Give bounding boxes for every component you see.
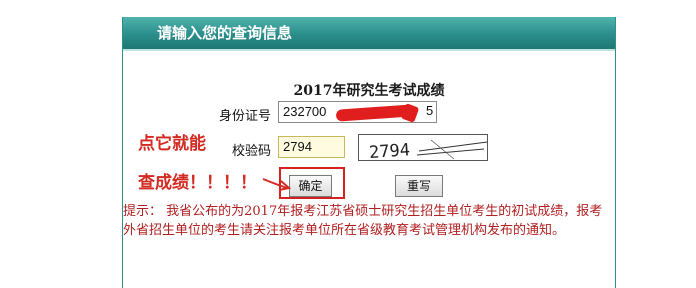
id-number-prefix: 232700 xyxy=(283,104,327,119)
captcha-image[interactable]: 2794 xyxy=(358,134,488,163)
verify-code-label: 校验码 xyxy=(231,144,271,159)
panel-header: 请输入您的查询信息 xyxy=(123,17,615,49)
query-panel: 请输入您的查询信息 2017年研究生考试成绩 身份证号 232700 5 校验码… xyxy=(122,17,616,288)
hint-text: 提示： 我省公布的为2017年报考江苏省硕士研究生招生单位考生的初试成绩，报考外… xyxy=(123,204,603,238)
id-number-label: 身份证号 xyxy=(218,109,271,124)
annotation-line-2: 查成绩！！！！ xyxy=(138,173,257,193)
confirm-button[interactable]: 确定 xyxy=(289,175,332,197)
reset-button[interactable]: 重写 xyxy=(395,175,443,197)
captcha-graphic: 2794 xyxy=(368,139,488,163)
id-number-suffix: 5 xyxy=(426,103,434,118)
annotation-line-1: 点它就能 xyxy=(138,134,206,154)
form-title: 2017年研究生考试成绩 xyxy=(293,83,445,99)
header-divider xyxy=(123,49,615,51)
verify-code-input[interactable]: 2794 xyxy=(278,136,345,158)
captcha-text: 2794 xyxy=(368,140,410,162)
